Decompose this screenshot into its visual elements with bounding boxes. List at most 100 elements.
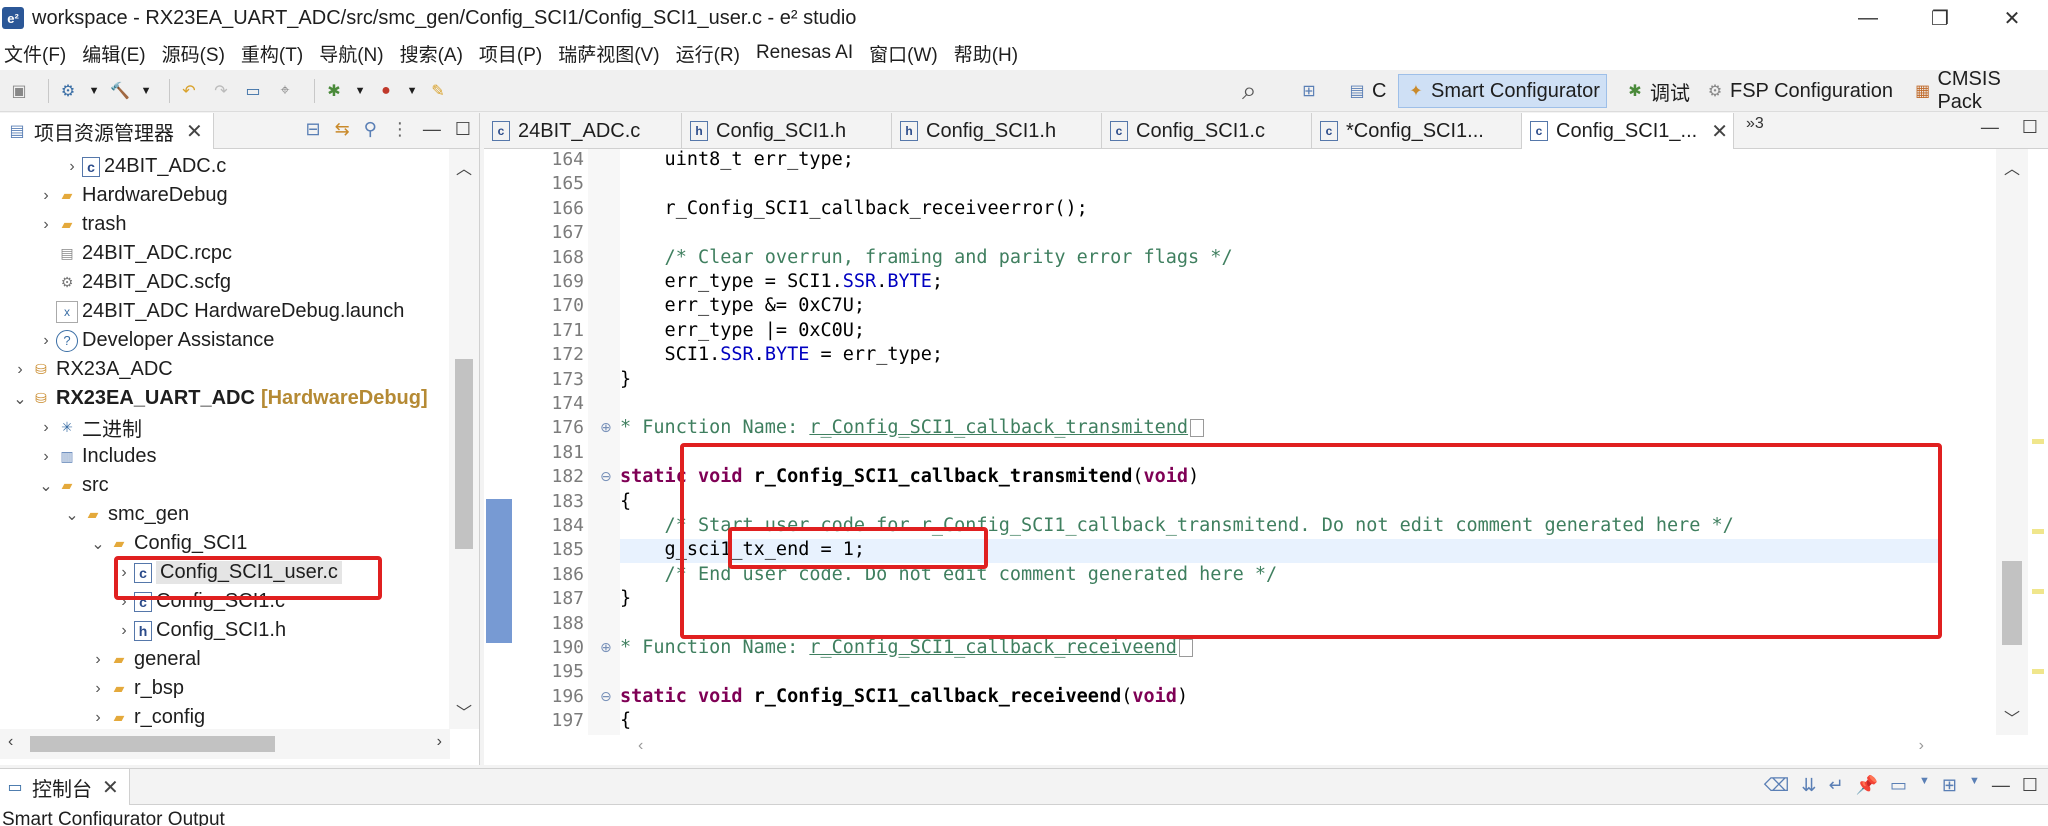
scroll-right-icon[interactable]: › <box>437 733 442 751</box>
expand-arrow-icon[interactable]: › <box>88 680 108 698</box>
project-tree-vertical-scrollbar[interactable]: ︿ ﹀ <box>449 149 479 729</box>
back-arrow-icon[interactable]: ↶ <box>178 80 200 102</box>
tree-item-binaries[interactable]: › ✳ 二进制 <box>36 413 142 442</box>
collapse-arrow-icon[interactable]: ⌄ <box>36 476 56 496</box>
pin-console-icon[interactable]: 📌 <box>1856 775 1878 796</box>
scroll-up-icon[interactable]: ︿ <box>1996 155 2028 179</box>
dropdown-arrow-icon[interactable]: ▼ <box>89 80 100 102</box>
tree-item-includes[interactable]: › ▥ Includes <box>36 442 156 471</box>
overview-marker[interactable] <box>2032 439 2044 444</box>
expand-arrow-icon[interactable]: › <box>62 158 82 176</box>
scroll-up-icon[interactable]: ︿ <box>449 155 479 179</box>
minimize-button[interactable]: — <box>1832 0 1904 36</box>
menu-window[interactable]: 窗口(W) <box>869 40 938 67</box>
debug-bug-icon[interactable]: ✱ <box>323 80 345 102</box>
tree-item-24bit-adc-c[interactable]: › c 24BIT_ADC.c <box>62 152 226 181</box>
expand-fold-icon[interactable]: ⊕ <box>600 639 612 656</box>
tree-item-r-bsp[interactable]: › ▰ r_bsp <box>88 674 184 703</box>
tree-item-trash[interactable]: › ▰ trash <box>36 210 126 239</box>
new-console-icon[interactable]: ⊞ <box>1942 775 1957 796</box>
open-perspective-icon[interactable]: ⊞ <box>1298 74 1324 108</box>
menu-search[interactable]: 搜索(A) <box>400 40 463 67</box>
expand-fold-icon[interactable]: ⊕ <box>600 419 612 436</box>
scroll-down-icon[interactable]: ﹀ <box>1996 705 2028 729</box>
expand-arrow-icon[interactable]: › <box>36 187 56 205</box>
collapse-fold-icon[interactable]: ⊖ <box>600 688 612 705</box>
search-icon[interactable]: ⌕ <box>1242 74 1257 108</box>
scrollbar-thumb[interactable] <box>30 736 275 752</box>
scrollbar-thumb[interactable] <box>455 359 473 549</box>
menu-project[interactable]: 项目(P) <box>479 40 542 67</box>
link-editor-icon[interactable]: ⇆ <box>335 119 350 140</box>
menu-refactor[interactable]: 重构(T) <box>241 40 303 67</box>
collapse-all-icon[interactable]: ⊟ <box>305 119 320 140</box>
tree-item-r-config[interactable]: › ▰ r_config <box>88 703 205 729</box>
save-icon[interactable]: ▣ <box>8 80 30 102</box>
filter-icon[interactable]: ⚲ <box>364 119 377 140</box>
close-icon[interactable]: ✕ <box>186 119 203 144</box>
menu-renesas-views[interactable]: 瑞萨视图(V) <box>558 40 659 67</box>
minimize-view-icon[interactable]: — <box>1992 775 2010 796</box>
display-console-icon[interactable]: ▭ <box>1890 775 1907 796</box>
scroll-right-icon[interactable]: › <box>1919 737 1924 755</box>
menu-file[interactable]: 文件(F) <box>4 40 66 67</box>
tree-item-rcpc[interactable]: ▤ 24BIT_ADC.rcpc <box>56 239 232 268</box>
editor-tab-24bit-adc-c[interactable]: c 24BIT_ADC.c <box>484 113 682 149</box>
maximize-view-icon[interactable]: ☐ <box>2022 775 2038 796</box>
dropdown-arrow-icon[interactable]: ▼ <box>1969 775 1980 796</box>
view-menu-icon[interactable]: ⋮ <box>391 119 409 140</box>
expand-arrow-icon[interactable]: › <box>36 419 56 437</box>
build-hammer-icon[interactable]: 🔨 <box>109 80 131 102</box>
tree-item-launch[interactable]: x 24BIT_ADC HardwareDebug.launch <box>56 297 404 326</box>
editor-tab-config-sci1-c[interactable]: c Config_SCI1.c <box>1102 113 1312 149</box>
editor-horizontal-scrollbar[interactable]: ‹ › <box>634 735 1924 763</box>
dropdown-arrow-icon[interactable]: ▼ <box>141 80 152 102</box>
project-tree-horizontal-scrollbar[interactable]: ‹ › <box>0 729 450 759</box>
tree-item-general[interactable]: › ▰ general <box>88 645 200 674</box>
tab-project-explorer[interactable]: ▤ 项目资源管理器 ✕ <box>0 113 214 149</box>
editor-tab-config-sci1-modified[interactable]: c *Config_SCI1... <box>1312 113 1522 149</box>
editor-vertical-scrollbar[interactable]: ︿ ﹀ <box>1996 149 2028 735</box>
expand-arrow-icon[interactable]: › <box>88 651 108 669</box>
cursor-icon[interactable]: ⌖ <box>274 80 296 102</box>
tab-console[interactable]: ▭ 控制台 ✕ <box>0 769 130 805</box>
collapse-arrow-icon[interactable]: ⌄ <box>10 389 30 409</box>
close-icon[interactable]: ✕ <box>102 775 119 800</box>
perspective-smart-configurator[interactable]: ✦ Smart Configurator <box>1398 74 1607 108</box>
folded-ellipsis-icon[interactable] <box>1178 639 1193 657</box>
close-icon[interactable]: ✕ <box>1711 119 1728 144</box>
expand-arrow-icon[interactable]: › <box>36 332 56 350</box>
dropdown-arrow-icon[interactable]: ▼ <box>407 80 418 102</box>
menu-source[interactable]: 源码(S) <box>162 40 225 67</box>
word-wrap-icon[interactable]: ↵ <box>1828 775 1843 796</box>
minimize-view-icon[interactable]: — <box>423 119 441 140</box>
folded-ellipsis-icon[interactable] <box>1190 419 1205 438</box>
expand-arrow-icon[interactable]: › <box>36 448 56 466</box>
clear-console-icon[interactable]: ⌫ <box>1764 775 1789 796</box>
tree-item-rx23ea-uart-adc[interactable]: ⌄ ⛁ RX23EA_UART_ADC [HardwareDebug] <box>10 384 427 413</box>
perspective-cmsis[interactable]: ▦ CMSIS Pack <box>1912 68 2048 113</box>
expand-arrow-icon[interactable]: › <box>114 622 134 640</box>
editor-tab-config-sci1-user-active[interactable]: c Config_SCI1_... ✕ <box>1522 113 1734 149</box>
scroll-left-icon[interactable]: ‹ <box>638 737 643 755</box>
overview-marker[interactable] <box>2032 589 2044 594</box>
menu-renesas-ai[interactable]: Renesas AI <box>756 42 853 64</box>
perspective-debug[interactable]: ✱ 调试 <box>1624 74 1690 108</box>
settings-gear-icon[interactable]: ⚙ <box>57 80 79 102</box>
code-area[interactable]: uint8_t err_type; r_Config_SCI1_callback… <box>620 149 1940 735</box>
scroll-lock-icon[interactable]: ⇊ <box>1801 775 1816 796</box>
tree-item-config-sci1[interactable]: ⌄ ▰ Config_SCI1 <box>88 529 247 558</box>
overview-marker[interactable] <box>2032 529 2044 534</box>
pencil-icon[interactable]: ✎ <box>427 80 449 102</box>
collapse-arrow-icon[interactable]: ⌄ <box>88 534 108 554</box>
menu-navigate[interactable]: 导航(N) <box>319 40 383 67</box>
maximize-view-icon[interactable]: ☐ <box>455 119 471 140</box>
maximize-button[interactable]: ❐ <box>1904 0 1976 36</box>
tree-item-smc-gen[interactable]: ⌄ ▰ smc_gen <box>62 500 189 529</box>
menu-edit[interactable]: 编辑(E) <box>82 40 145 67</box>
tree-item-developer-assistance[interactable]: › ? Developer Assistance <box>36 326 274 355</box>
tree-item-scfg[interactable]: ⚙ 24BIT_ADC.scfg <box>56 268 231 297</box>
expand-arrow-icon[interactable]: › <box>36 216 56 234</box>
collapse-fold-icon[interactable]: ⊖ <box>600 468 612 485</box>
menu-help[interactable]: 帮助(H) <box>954 40 1018 67</box>
